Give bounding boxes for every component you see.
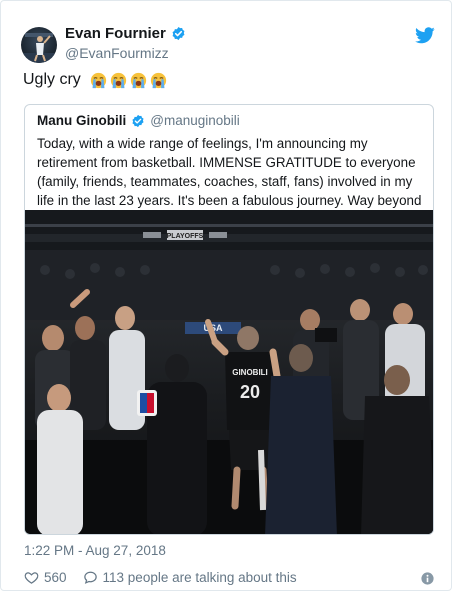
like-action[interactable]: 560 <box>24 570 67 585</box>
tweet-actions: 560 113 people are talking about this <box>24 570 313 585</box>
embedded-tweet-card: Evan Fournier @EvanFourmizz Ugly cry Man… <box>0 0 452 591</box>
talking-action[interactable]: 113 people are talking about this <box>83 570 297 585</box>
like-count: 560 <box>44 570 67 585</box>
talking-count: 113 people are talking about this <box>102 570 297 585</box>
heart-icon[interactable] <box>24 570 39 585</box>
speech-bubble-icon[interactable] <box>83 570 98 585</box>
loudly-crying-face-emoji <box>110 72 126 88</box>
scoreboard-text: PLAYOFFS <box>167 233 204 240</box>
twitter-bird-icon[interactable] <box>415 27 435 44</box>
info-icon[interactable] <box>421 572 434 585</box>
quoted-tweet[interactable]: Manu Ginobili @manuginobili Today, with … <box>24 104 434 535</box>
tweet-text: Ugly cry <box>23 71 167 89</box>
author-display-name[interactable]: Evan Fournier <box>65 25 166 42</box>
tweet-text-content: Ugly cry <box>23 71 81 88</box>
quoted-author-display-name[interactable]: Manu Ginobili <box>37 113 126 128</box>
loudly-crying-face-emoji <box>150 72 166 88</box>
tweet-timestamp[interactable]: 1:22 PM - Aug 27, 2018 <box>24 543 166 558</box>
author-handle[interactable]: @EvanFourmizz <box>65 45 186 61</box>
jersey-number: 20 <box>240 382 260 402</box>
verified-badge-icon <box>172 26 185 41</box>
loudly-crying-face-emoji <box>90 72 106 88</box>
quoted-tweet-photo[interactable]: PLAYOFFS USA <box>25 210 433 534</box>
arena-tunnel-photo: PLAYOFFS USA <box>25 210 433 534</box>
loudly-crying-face-emoji <box>130 72 146 88</box>
verified-badge-icon <box>132 114 144 127</box>
jersey-name: GINOBILI <box>232 368 268 377</box>
author-avatar[interactable] <box>21 27 57 63</box>
quoted-author-handle[interactable]: @manuginobili <box>150 113 240 128</box>
